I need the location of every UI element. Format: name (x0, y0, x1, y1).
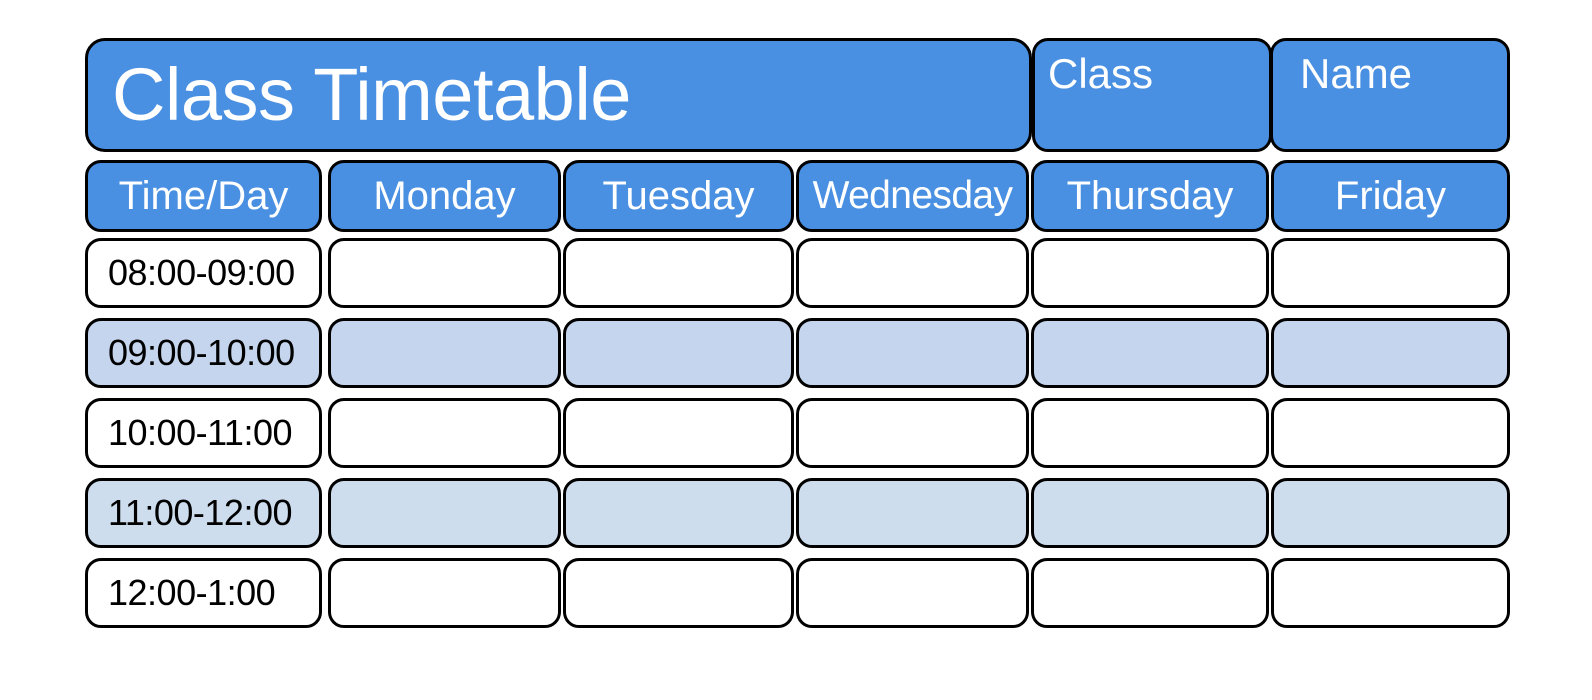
column-header-label: Friday (1334, 174, 1447, 218)
column-header-wednesday[interactable]: Wednesday (796, 160, 1029, 232)
timetable-slot[interactable] (1031, 478, 1269, 548)
column-header-label: Tuesday (602, 174, 755, 218)
timetable-slot[interactable] (1031, 398, 1269, 468)
timetable-slot[interactable] (563, 318, 794, 388)
timetable-slot[interactable] (563, 238, 794, 308)
time-slot-text: 11:00-12:00 (108, 492, 293, 533)
timetable-slot[interactable] (563, 398, 794, 468)
time-slot-label: 12:00-1:00 (85, 558, 322, 628)
timetable-slot[interactable] (328, 318, 561, 388)
timetable-slot[interactable] (563, 478, 794, 548)
time-slot-label: 10:00-11:00 (85, 398, 322, 468)
column-header-tuesday[interactable]: Tuesday (563, 160, 794, 232)
column-header-label: Time/Day (118, 174, 289, 218)
name-field-label: Name (1300, 50, 1413, 97)
timetable-slot[interactable] (1031, 558, 1269, 628)
timetable-slot[interactable] (1271, 478, 1510, 548)
timetable-slot[interactable] (328, 238, 561, 308)
class-timetable: Class Timetable Class Name Time/Day Monda… (0, 0, 1592, 700)
column-header-thursday[interactable]: Thursday (1031, 160, 1269, 232)
time-slot-label: 11:00-12:00 (85, 478, 322, 548)
time-slot-text: 10:00-11:00 (108, 412, 293, 453)
timetable-slot[interactable] (796, 478, 1029, 548)
timetable-slot[interactable] (796, 238, 1029, 308)
timetable-slot[interactable] (1271, 238, 1510, 308)
name-field-header[interactable]: Name (1270, 38, 1510, 152)
timetable-slot[interactable] (1271, 318, 1510, 388)
timetable-slot[interactable] (796, 558, 1029, 628)
time-slot-label: 08:00-09:00 (85, 238, 322, 308)
time-slot-text: 09:00-10:00 (108, 332, 295, 373)
timetable-slot[interactable] (1271, 558, 1510, 628)
timetable-slot[interactable] (328, 478, 561, 548)
timetable-slot[interactable] (563, 558, 794, 628)
timetable-slot[interactable] (1031, 238, 1269, 308)
column-header-time-day[interactable]: Time/Day (85, 160, 322, 232)
timetable-title-banner: Class Timetable (85, 38, 1032, 152)
timetable-slot[interactable] (328, 398, 561, 468)
timetable-slot[interactable] (796, 318, 1029, 388)
column-header-label: Wednesday (812, 174, 1013, 217)
timetable-slot[interactable] (1271, 398, 1510, 468)
column-header-monday[interactable]: Monday (328, 160, 561, 232)
column-header-label: Thursday (1066, 174, 1234, 218)
time-slot-text: 12:00-1:00 (108, 572, 276, 613)
class-field-label: Class (1048, 50, 1154, 97)
page-title: Class Timetable (112, 53, 631, 136)
class-field-header[interactable]: Class (1032, 38, 1272, 152)
timetable-slot[interactable] (1031, 318, 1269, 388)
column-header-friday[interactable]: Friday (1271, 160, 1510, 232)
timetable-slot[interactable] (328, 558, 561, 628)
time-slot-label: 09:00-10:00 (85, 318, 322, 388)
time-slot-text: 08:00-09:00 (108, 252, 295, 293)
timetable-slot[interactable] (796, 398, 1029, 468)
column-header-label: Monday (373, 174, 516, 218)
